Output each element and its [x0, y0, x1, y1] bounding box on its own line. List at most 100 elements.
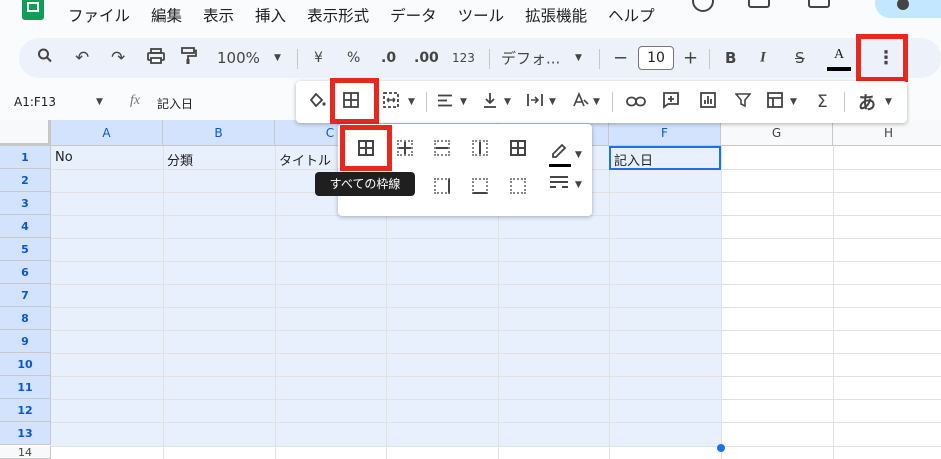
redo-icon[interactable]: ↷	[111, 48, 125, 68]
row-header[interactable]: 4	[0, 215, 51, 238]
bottom-border-icon[interactable]	[472, 178, 488, 194]
row-header[interactable]: 6	[0, 261, 51, 284]
chevron-down-icon[interactable]: ▼	[274, 53, 281, 63]
row-header[interactable]: 11	[0, 376, 51, 399]
toolbar-divider	[489, 49, 490, 69]
column-header-g[interactable]: G	[721, 120, 833, 146]
chevron-down-icon[interactable]: ▼	[549, 97, 556, 107]
merge-cells-icon[interactable]	[382, 91, 400, 113]
chevron-down-icon[interactable]: ▼	[575, 150, 582, 160]
formula-input[interactable]: 記入日	[157, 95, 193, 112]
row-header[interactable]: 10	[0, 353, 51, 376]
chevron-down-icon[interactable]: ▼	[96, 97, 103, 107]
column-header-a[interactable]: A	[51, 120, 163, 146]
menu-data[interactable]: データ	[390, 4, 437, 26]
currency-button[interactable]: ¥	[314, 50, 323, 66]
filter-icon[interactable]	[734, 92, 752, 112]
row-header[interactable]: 13	[0, 422, 51, 445]
paint-format-icon[interactable]	[181, 47, 197, 69]
row-header[interactable]: 2	[0, 169, 51, 192]
border-color-icon[interactable]	[550, 142, 568, 164]
text-wrap-icon[interactable]	[526, 92, 544, 112]
column-header-f[interactable]: F	[609, 120, 721, 146]
menu-tools[interactable]: ツール	[458, 4, 505, 26]
increase-font-size-button[interactable]: +	[683, 48, 698, 69]
horizontal-borders-icon[interactable]	[434, 140, 450, 156]
chevron-down-icon[interactable]: ▼	[593, 97, 600, 107]
input-tools-button[interactable]: あ	[858, 89, 876, 115]
decrease-decimal-button[interactable]: .0	[381, 50, 396, 66]
cell-a1[interactable]: No	[55, 150, 73, 165]
right-border-icon[interactable]	[434, 178, 450, 194]
menu-view[interactable]: 表示	[203, 4, 234, 26]
functions-icon[interactable]: Σ	[817, 92, 828, 112]
vertical-borders-icon[interactable]	[472, 140, 488, 156]
font-size-input[interactable]: 10	[638, 46, 674, 70]
row-header[interactable]: 14	[0, 446, 51, 459]
filter-views-icon[interactable]	[766, 91, 786, 113]
chevron-down-icon[interactable]: ▼	[575, 53, 582, 63]
print-icon[interactable]	[147, 48, 165, 68]
fill-color-icon[interactable]	[308, 91, 326, 113]
text-rotation-icon[interactable]	[572, 91, 590, 112]
grid-line	[51, 330, 941, 331]
toolbar: ↶ ↷ 100% ▼ ¥ % .0 .00 123 デフォ... ▼ − 10 …	[19, 38, 941, 78]
sheets-logo-icon[interactable]	[22, 0, 44, 20]
menu-help[interactable]: ヘルプ	[608, 4, 655, 26]
border-style-icon[interactable]	[550, 176, 568, 188]
clear-borders-icon[interactable]	[510, 178, 526, 194]
grid-line	[51, 376, 941, 377]
horizontal-align-icon[interactable]	[437, 93, 453, 112]
number-format-button[interactable]: 123	[452, 51, 475, 65]
menu-format[interactable]: 表示形式	[307, 4, 369, 26]
comments-icon[interactable]	[748, 0, 770, 8]
chevron-down-icon[interactable]: ▼	[408, 97, 415, 107]
history-icon[interactable]	[692, 0, 714, 12]
font-select[interactable]: デフォ...	[501, 48, 560, 69]
italic-button[interactable]: I	[760, 50, 766, 67]
inner-borders-icon[interactable]	[397, 140, 413, 156]
row-header[interactable]: 1	[0, 146, 51, 169]
outer-borders-icon[interactable]	[510, 140, 526, 156]
chevron-down-icon[interactable]: ▼	[504, 97, 511, 107]
name-box[interactable]: A1:F13	[14, 95, 56, 109]
cell-b1[interactable]: 分類	[167, 150, 193, 169]
cell-c1[interactable]: タイトル	[279, 150, 331, 169]
select-all-corner[interactable]	[0, 120, 51, 146]
insert-link-icon[interactable]	[626, 93, 646, 112]
menu-file[interactable]: ファイル	[68, 4, 130, 26]
bold-button[interactable]: B	[725, 49, 736, 67]
column-header-h[interactable]: H	[833, 120, 941, 146]
insert-comment-icon[interactable]	[662, 91, 680, 113]
percent-button[interactable]: %	[347, 50, 360, 66]
fill-handle[interactable]	[717, 444, 725, 452]
search-icon[interactable]	[37, 48, 53, 69]
row-header[interactable]: 9	[0, 330, 51, 353]
column-header-b[interactable]: B	[163, 120, 275, 146]
vertical-align-icon[interactable]	[483, 92, 497, 112]
chevron-down-icon[interactable]: ▼	[885, 97, 892, 107]
share-button[interactable]	[875, 0, 941, 18]
toolbar-divider	[844, 92, 845, 112]
menu: ファイル 編集 表示 挿入 表示形式 データ ツール 拡張機能 ヘルプ	[68, 4, 676, 26]
insert-chart-icon[interactable]	[699, 91, 717, 113]
row-header[interactable]: 5	[0, 238, 51, 261]
undo-icon[interactable]: ↶	[75, 48, 89, 68]
chevron-down-icon[interactable]: ▼	[575, 180, 582, 190]
menu-extensions[interactable]: 拡張機能	[525, 4, 587, 26]
text-color-button[interactable]: A	[827, 47, 851, 71]
strikethrough-button[interactable]: S	[795, 49, 805, 67]
row-header[interactable]: 8	[0, 307, 51, 330]
zoom-select[interactable]: 100%	[217, 49, 260, 67]
row-header[interactable]: 7	[0, 284, 51, 307]
menu-insert[interactable]: 挿入	[255, 4, 286, 26]
chevron-down-icon[interactable]: ▼	[460, 97, 467, 107]
row-header[interactable]: 3	[0, 192, 51, 215]
chevron-down-icon[interactable]: ▼	[790, 97, 797, 107]
row-header[interactable]: 12	[0, 399, 51, 422]
menu-edit[interactable]: 編集	[151, 4, 182, 26]
more-options-highlight	[856, 34, 908, 82]
increase-decimal-button[interactable]: .00	[414, 50, 439, 66]
decrease-font-size-button[interactable]: −	[613, 48, 628, 69]
meet-icon[interactable]	[808, 0, 830, 8]
